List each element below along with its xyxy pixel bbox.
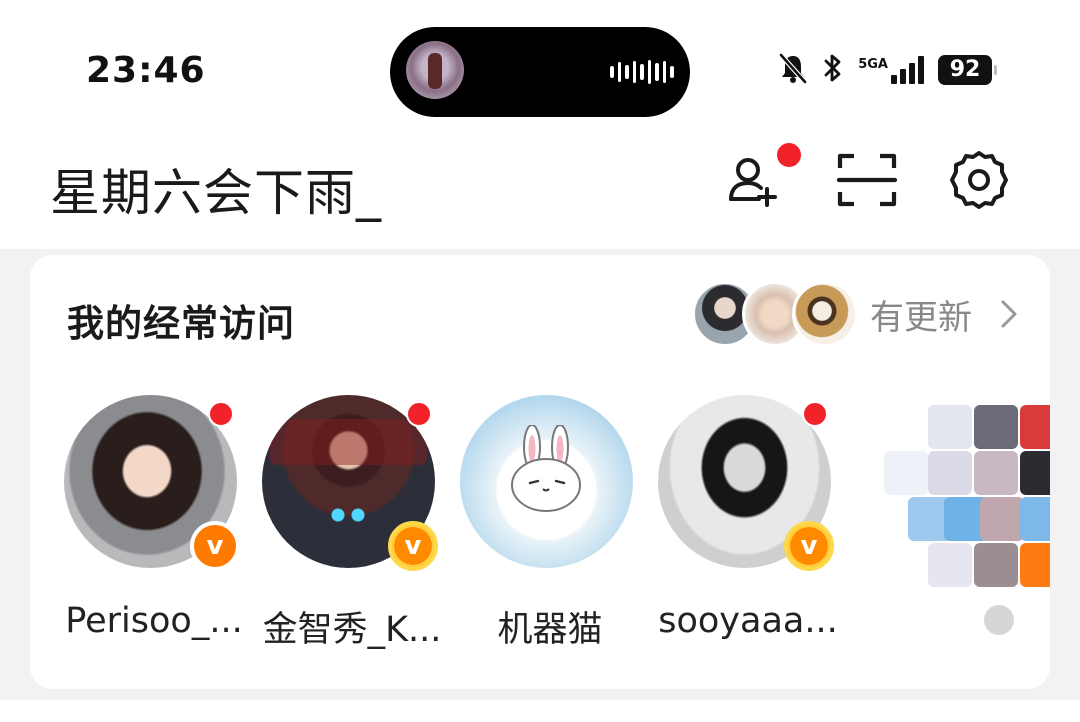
updates-label: 有更新 (870, 297, 972, 338)
frequent-visits-card: 我的经常访问 有更新 v Perisoo_... v 金智秀_K... 机器猫 … (30, 255, 1050, 689)
visit-name: sooyaaa... (658, 601, 838, 641)
add-friend-icon (729, 158, 777, 207)
list-item[interactable]: 机器猫 (460, 395, 660, 650)
verified-v-icon: v (388, 521, 438, 571)
update-dot (406, 401, 432, 427)
network-type: 5GA (858, 57, 888, 72)
update-dot (802, 401, 828, 427)
blurred-list-item (884, 395, 1050, 645)
silent-bell-icon (778, 52, 808, 88)
gear-icon (950, 151, 1008, 209)
dynamic-island[interactable] (390, 27, 690, 117)
add-friend-button[interactable] (718, 143, 801, 215)
frequent-visits-title: 我的经常访问 (67, 302, 295, 345)
signal-icon (891, 56, 924, 84)
now-playing-thumbnail[interactable] (406, 41, 464, 99)
updates-link[interactable]: 有更新 (692, 279, 1018, 349)
update-dot (208, 401, 234, 427)
next-card-edge (0, 700, 1080, 722)
verified-v-icon: v (190, 521, 240, 571)
avatar (792, 281, 858, 347)
scan-icon (836, 153, 898, 207)
waveform-icon (610, 60, 674, 84)
visit-name: 金智秀_K... (262, 610, 442, 650)
visit-name: Perisoo_... (65, 601, 243, 641)
avatar (460, 395, 633, 568)
frequent-visits-list: v Perisoo_... v 金智秀_K... 机器猫 v sooyaaa..… (64, 395, 1050, 650)
list-item[interactable]: v 金智秀_K... (262, 395, 462, 650)
scan-button[interactable] (832, 145, 902, 215)
battery-icon: 92 (938, 55, 997, 85)
visit-name: 机器猫 (497, 610, 603, 650)
update-avatar-stack (692, 281, 858, 347)
list-item[interactable]: v Perisoo_... (64, 395, 264, 645)
verified-v-icon: v (784, 521, 834, 571)
system-icons: 5GA 92 (778, 52, 997, 88)
status-time: 23:46 (86, 50, 206, 91)
bunny-icon (511, 425, 581, 512)
chevron-right-icon (1000, 299, 1018, 329)
page-title: 星期六会下雨_ (50, 164, 382, 222)
list-item[interactable]: v sooyaaa... (658, 395, 858, 645)
bluetooth-icon (822, 52, 844, 88)
profile-header: 星期六会下雨_ (0, 125, 1080, 249)
notification-dot (777, 143, 801, 167)
status-bar: 23:46 5GA 92 (0, 0, 1080, 125)
settings-button[interactable] (944, 145, 1014, 215)
